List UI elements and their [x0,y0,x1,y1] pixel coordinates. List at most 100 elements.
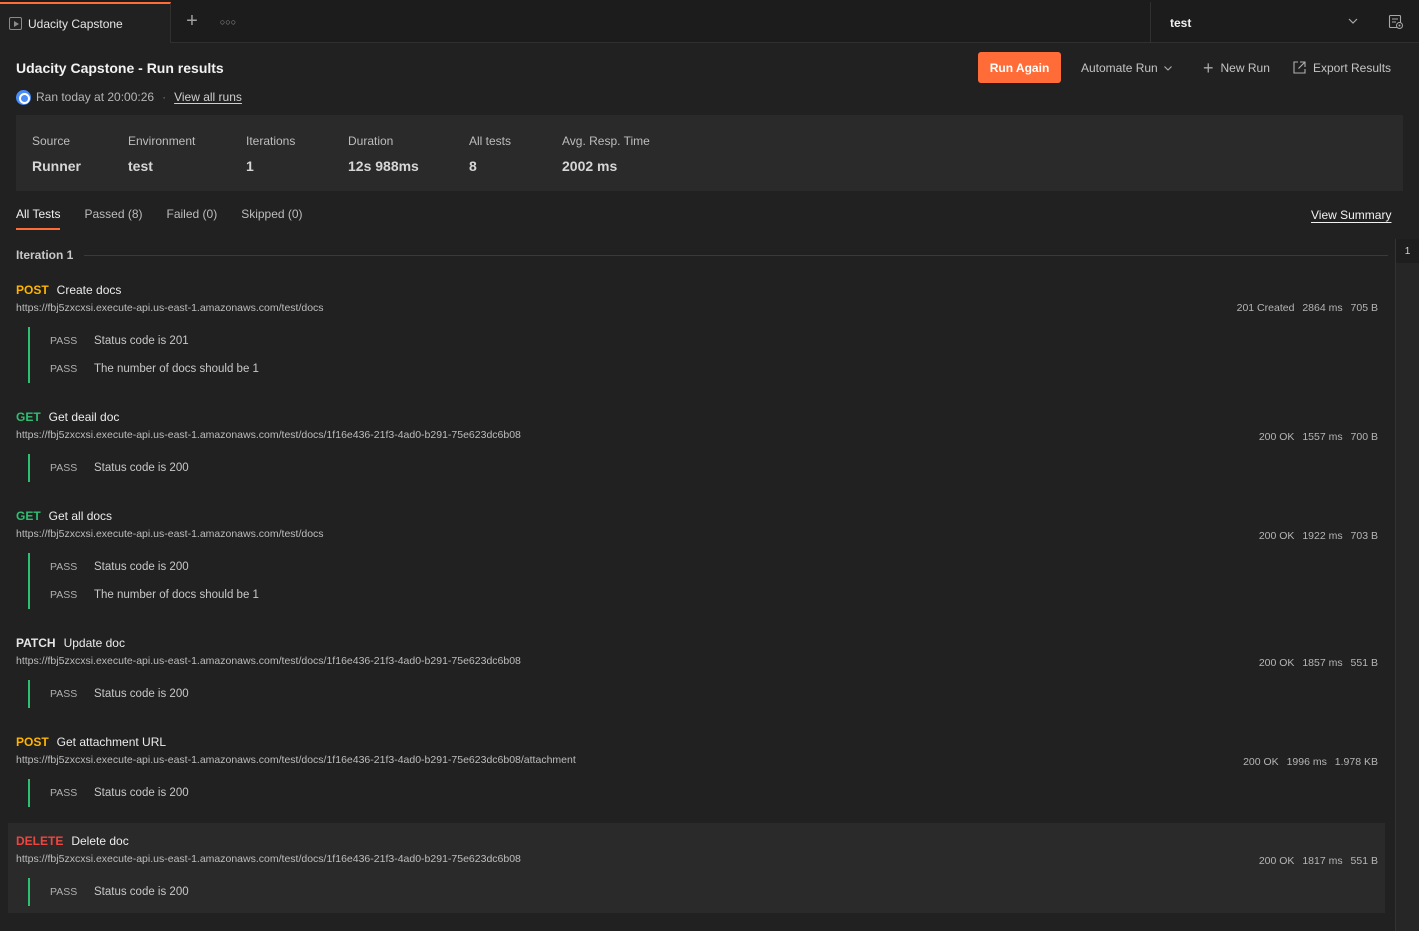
run-summary-panel: Source Runner Environment test Iteration… [16,115,1403,191]
new-run-button[interactable]: + New Run [1203,52,1270,83]
request-item[interactable]: GET Get all docs https://fbj5zxcxsi.exec… [8,509,1385,619]
response-time: 1817 ms [1302,855,1343,867]
stat-source: Source Runner [32,134,81,174]
stat-label: Environment [128,134,196,148]
page-title: Udacity Capstone - Run results [16,60,224,76]
request-item[interactable]: DELETE Delete doc https://fbj5zxcxsi.exe… [8,823,1385,913]
chevron-down-icon [1348,18,1358,24]
test-name: Status code is 200 [94,886,189,898]
iteration-scrollbar[interactable]: 1 [1395,239,1419,931]
test-result: PASS [50,787,78,799]
test-row: PASS Status code is 200 [30,779,189,807]
response-size: 703 B [1350,530,1378,542]
request-name[interactable]: Update doc [64,636,125,650]
view-summary-link[interactable]: View Summary [1311,208,1391,222]
response-size: 700 B [1350,431,1378,443]
response-size: 1.978 KB [1334,756,1378,768]
request-url: https://fbj5zxcxsi.execute-api.us-east-1… [16,754,576,766]
stat-label: Iterations [246,134,296,148]
automate-run-button[interactable]: Automate Run [1081,52,1173,83]
test-row: PASS Status code is 200 [30,553,259,581]
response-size: 551 B [1350,657,1378,669]
test-name: Status code is 200 [94,462,189,474]
request-name[interactable]: Get attachment URL [57,735,166,749]
tab-all-tests[interactable]: All Tests [16,207,61,231]
view-all-runs-link[interactable]: View all runs [174,90,242,104]
status-code: 200 OK [1258,855,1295,867]
response-stats: 200 OK 1996 ms 1.978 KB [1238,756,1378,768]
test-result: PASS [50,886,78,898]
request-name[interactable]: Create docs [57,283,122,297]
stat-avg-resp-time: Avg. Resp. Time 2002 ms [562,134,650,174]
test-result: PASS [50,589,78,601]
more-tabs-icon[interactable]: ○○○ [219,13,237,31]
response-size: 705 B [1350,302,1378,314]
method-badge: PATCH [16,636,56,650]
response-time: 1857 ms [1302,657,1343,669]
test-row: PASS The number of docs should be 1 [30,355,259,383]
tab-failed[interactable]: Failed (0) [167,207,218,231]
request-item[interactable]: GET Get deail doc https://fbj5zxcxsi.exe… [8,410,1385,492]
stat-label: Avg. Resp. Time [562,134,650,148]
stat-environment: Environment test [128,134,195,174]
test-result: PASS [50,561,78,573]
test-result: PASS [50,462,78,474]
tab-bar: Udacity Capstone + ○○○ test [0,0,1419,43]
test-name: The number of docs should be 1 [94,363,259,375]
request-name[interactable]: Delete doc [71,834,128,848]
request-name[interactable]: Get all docs [49,509,112,523]
stat-label: Source [32,134,71,148]
method-badge: GET [16,509,41,523]
new-run-label: New Run [1220,60,1270,75]
iteration-label: Iteration 1 [16,248,74,262]
separator: · [162,90,167,104]
tab-udacity-capstone[interactable]: Udacity Capstone [0,2,171,43]
stat-duration: Duration 12s 988ms [348,134,419,174]
stat-value: 1 [246,158,254,174]
response-time: 1557 ms [1302,431,1343,443]
test-row: PASS The number of docs should be 1 [30,581,259,609]
test-results: PASS Status code is 200 [28,680,189,708]
request-url: https://fbj5zxcxsi.execute-api.us-east-1… [16,429,521,441]
response-stats: 200 OK 1557 ms 700 B [1254,431,1378,443]
iteration-marker[interactable]: 1 [1396,239,1419,263]
response-stats: 201 Created 2864 ms 705 B [1232,302,1378,314]
response-time: 1996 ms [1286,756,1327,768]
export-results-button[interactable]: Export Results [1292,52,1391,83]
tab-skipped[interactable]: Skipped (0) [241,207,302,231]
request-item[interactable]: PATCH Update doc https://fbj5zxcxsi.exec… [8,636,1385,718]
environment-quick-look-icon[interactable] [1388,14,1404,30]
stat-iterations: Iterations 1 [246,134,295,174]
test-results: PASS Status code is 200 [28,454,189,482]
plus-icon: + [1203,57,1214,78]
test-row: PASS Status code is 200 [30,878,189,906]
stat-value: 8 [469,158,477,174]
request-url: https://fbj5zxcxsi.execute-api.us-east-1… [16,655,521,667]
export-icon [1293,61,1306,74]
run-timestamp: Ran today at 20:00:26 [36,90,155,104]
status-code: 201 Created [1236,302,1295,314]
request-item[interactable]: POST Create docs https://fbj5zxcxsi.exec… [8,283,1385,393]
stat-value: Runner [32,158,81,174]
method-badge: GET [16,410,41,424]
status-code: 200 OK [1258,530,1295,542]
environment-selector[interactable]: test [1150,2,1372,43]
request-url: https://fbj5zxcxsi.execute-api.us-east-1… [16,528,324,540]
new-tab-button[interactable]: + [182,11,202,32]
test-filter-tabs: All Tests Passed (8) Failed (0) Skipped … [16,207,327,231]
test-name: Status code is 201 [94,335,189,347]
test-results: PASS Status code is 200 [28,878,189,906]
runner-icon [9,17,22,30]
response-size: 551 B [1350,855,1378,867]
test-results: PASS Status code is 200 [28,779,189,807]
environment-selector-label: test [1170,15,1192,30]
test-row: PASS Status code is 200 [30,680,189,708]
request-name[interactable]: Get deail doc [49,410,120,424]
response-stats: 200 OK 1922 ms 703 B [1254,530,1378,542]
tab-passed[interactable]: Passed (8) [84,207,142,231]
run-again-button[interactable]: Run Again [978,52,1061,83]
test-row: PASS Status code is 200 [30,454,189,482]
request-item[interactable]: POST Get attachment URL https://fbj5zxcx… [8,735,1385,817]
stat-label: Duration [348,134,394,148]
avatar [16,89,31,105]
